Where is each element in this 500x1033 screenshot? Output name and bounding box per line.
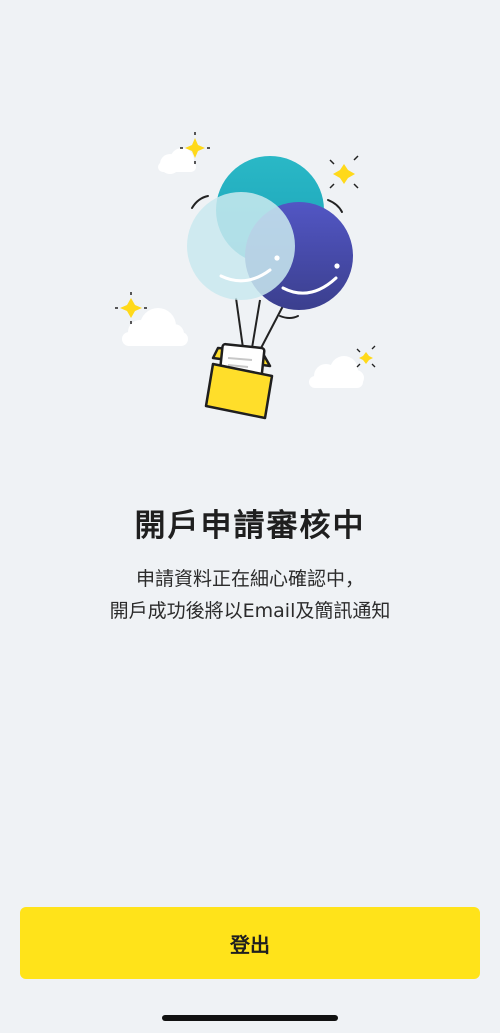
envelope-icon	[204, 342, 274, 420]
home-indicator[interactable]	[162, 1015, 338, 1021]
page-title: 開戶申請審核中	[134, 508, 366, 544]
balloon-strings	[235, 297, 285, 351]
status-message: 申請資料正在細心確認中， 開戶成功後將以Email及簡訊通知	[0, 563, 500, 627]
status-message-line: 開戶成功後將以Email及簡訊通知	[109, 600, 391, 622]
logout-button[interactable]: 登出	[20, 907, 480, 979]
balloon-icon	[187, 192, 295, 300]
sparkle-icon	[356, 345, 376, 368]
sparkle-icon	[329, 155, 359, 189]
status-message-line: 申請資料正在細心確認中，	[135, 568, 364, 590]
balloons-envelope-icon	[115, 132, 376, 420]
cloud-icon	[158, 148, 196, 174]
cloud-icon	[309, 356, 364, 388]
